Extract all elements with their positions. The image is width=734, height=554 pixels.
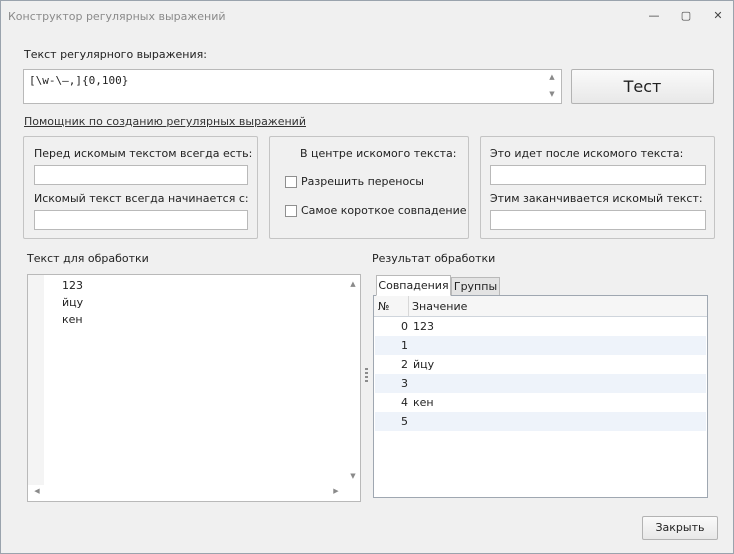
maximize-icon[interactable]: ▢ [678,9,694,23]
scroll-down-icon[interactable]: ▼ [348,472,358,480]
allow-wrap-label: Разрешить переносы [301,175,424,188]
column-header-number[interactable]: № [378,300,389,313]
row-number: 4 [401,396,408,409]
center-text-group: В центре искомого текста: Разрешить пере… [269,136,469,239]
close-icon[interactable]: ✕ [710,9,726,23]
starts-with-input[interactable] [34,210,248,230]
table-row[interactable]: 1 [375,336,706,355]
column-divider [408,296,409,316]
table-row[interactable]: 0 123 [375,317,706,336]
row-value: 123 [413,320,434,333]
before-text-input[interactable] [34,165,248,185]
shortest-match-checkbox[interactable] [285,205,297,217]
row-number: 5 [401,415,408,428]
row-number: 1 [401,339,408,352]
regex-builder-window: Конструктор регулярных выражений — ▢ ✕ Т… [0,0,734,554]
shortest-match-label: Самое короткое совпадение [301,204,467,217]
row-value: кен [413,396,434,409]
splitter-grip[interactable] [365,368,368,384]
title-bar: Конструктор регулярных выражений — ▢ ✕ [1,1,733,31]
tab-groups[interactable]: Группы [451,277,500,296]
row-value: йцу [413,358,435,371]
input-text-area[interactable]: 123 йцу кен ▲ ▼ ◀ ▶ [27,274,361,502]
before-text-group: Перед искомым текстом всегда есть: Иском… [23,136,258,239]
window-title: Конструктор регулярных выражений [8,10,226,23]
row-number: 0 [401,320,408,333]
row-number: 2 [401,358,408,371]
column-header-value[interactable]: Значение [412,300,467,313]
ends-with-input[interactable] [490,210,706,230]
result-label: Результат обработки [372,252,496,265]
line-gutter [28,275,44,485]
input-text-label: Текст для обработки [27,252,149,265]
before-text-label: Перед искомым текстом всегда есть: [34,147,253,160]
table-row[interactable]: 2 йцу [375,355,706,374]
regex-label: Текст регулярного выражения: [24,48,207,61]
starts-with-label: Искомый текст всегда начинается с: [34,192,249,205]
scroll-left-icon[interactable]: ◀ [32,487,42,495]
input-line: кен [62,313,83,326]
test-button[interactable]: Тест [571,69,714,104]
table-row[interactable]: 5 [375,412,706,431]
scroll-up-icon[interactable]: ▲ [348,280,358,288]
regex-input[interactable]: [\w-\—,]{0,100} ▲ ▼ [23,69,562,104]
after-text-label: Это идет после искомого текста: [490,147,684,160]
grid-header: № Значение [374,296,707,317]
row-number: 3 [401,377,408,390]
input-line: 123 [62,279,83,292]
table-row[interactable]: 3 [375,374,706,393]
minimize-icon[interactable]: — [646,9,662,23]
table-row[interactable]: 4 кен [375,393,706,412]
tab-matches[interactable]: Совпадения [376,275,451,296]
center-text-label: В центре искомого текста: [300,147,457,160]
scroll-up-icon[interactable]: ▲ [547,73,557,81]
input-line: йцу [62,296,84,309]
scroll-down-icon[interactable]: ▼ [547,90,557,98]
ends-with-label: Этим заканчивается искомый текст: [490,192,703,205]
results-grid: № Значение 0 123 1 2 йцу 3 4 кен 5 [373,295,708,498]
close-button[interactable]: Закрыть [642,516,718,540]
allow-wrap-checkbox[interactable] [285,176,297,188]
regex-helper-link[interactable]: Помощник по созданию регулярных выражени… [24,115,306,128]
scroll-right-icon[interactable]: ▶ [331,487,341,495]
regex-input-value: [\w-\—,]{0,100} [29,74,129,87]
after-text-input[interactable] [490,165,706,185]
after-text-group: Это идет после искомого текста: Этим зак… [480,136,715,239]
